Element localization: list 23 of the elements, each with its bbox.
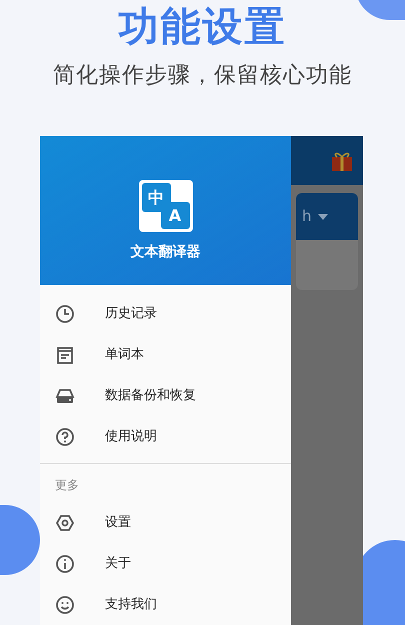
section-title: 更多	[55, 477, 80, 494]
smile-icon	[55, 594, 75, 614]
help-icon	[55, 426, 75, 446]
language-label: h	[302, 206, 312, 228]
app-bar	[291, 136, 363, 185]
headline: 功能设置	[118, 3, 286, 52]
notebook-icon	[55, 344, 75, 364]
menu-item[interactable]: 数据备份和恢复	[40, 375, 291, 416]
menu-item[interactable]: 支持我们	[40, 584, 291, 625]
logo-glyph: A	[160, 202, 190, 229]
logo-glyph: 中	[142, 183, 170, 212]
gift-icon	[331, 151, 353, 171]
subtitle: 简化操作步骤，保留核心功能	[53, 62, 352, 90]
menu-item[interactable]: 使用说明	[40, 416, 291, 457]
app-name: 文本翻译器	[130, 243, 200, 262]
menu-item[interactable]: 设置	[40, 502, 291, 543]
caret-icon	[318, 214, 328, 220]
menu-item[interactable]: 关于	[40, 543, 291, 584]
info-icon	[55, 554, 75, 574]
settings-icon	[55, 512, 75, 532]
menu-item[interactable]: 历史记录	[40, 293, 291, 334]
menu-item[interactable]: 单词本	[40, 334, 291, 375]
clock-icon	[55, 304, 75, 324]
